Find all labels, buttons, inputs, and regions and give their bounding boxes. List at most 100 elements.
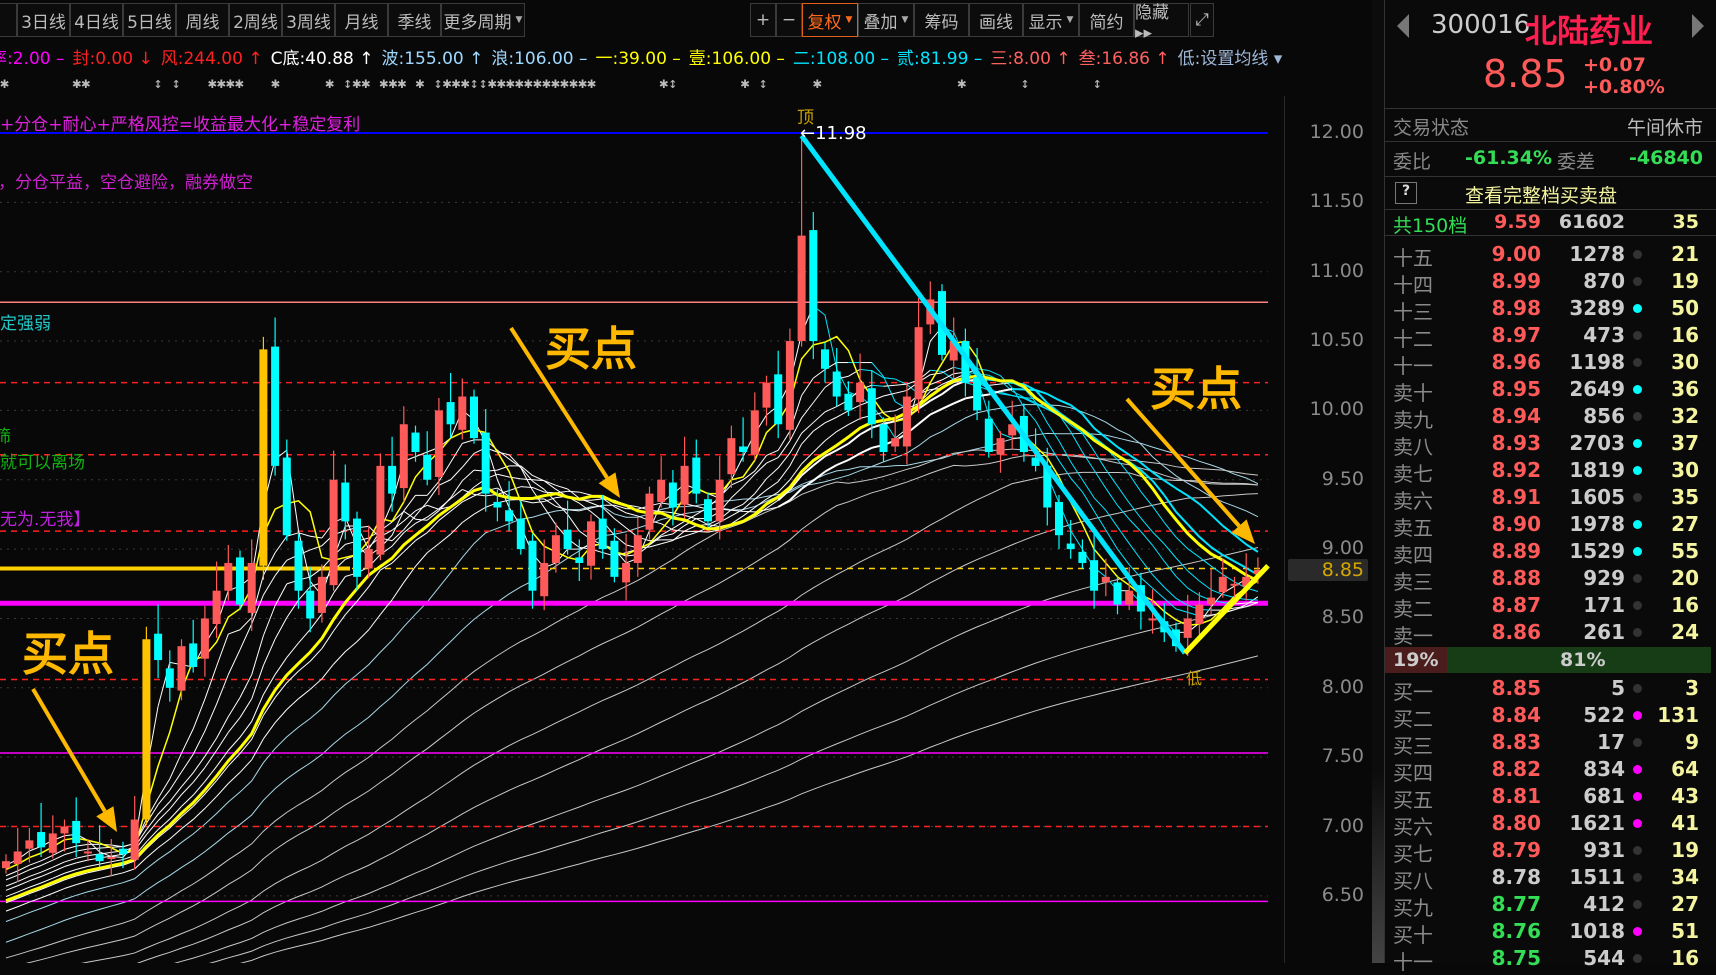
ma-segment xyxy=(263,639,275,665)
order-change-dot-icon xyxy=(1633,954,1642,963)
order-change-dot-icon xyxy=(1633,304,1642,313)
ma-segment xyxy=(158,779,170,798)
candle-body xyxy=(1078,552,1086,563)
chips-button[interactable]: 筹码 xyxy=(914,3,969,37)
ma-segment xyxy=(1129,474,1141,491)
indicator-value[interactable]: 低:设置均线 ▾ xyxy=(1178,44,1283,68)
ma-segment xyxy=(275,709,287,722)
chevron-down-icon: ▼ xyxy=(1067,15,1074,25)
ma-segment xyxy=(1118,527,1130,544)
chevron-down-icon: ▼ xyxy=(902,15,909,25)
level-price: 8.86 xyxy=(1492,620,1541,644)
ma-segment xyxy=(29,877,41,881)
candle-body xyxy=(330,480,338,585)
ma-segment xyxy=(392,582,404,599)
prev-stock-button[interactable] xyxy=(1397,14,1409,38)
period-tab-7[interactable]: 月线 xyxy=(335,3,388,37)
kline-chart[interactable]: 买点买点买点顶←11.98低+分仓+耐心+严格风控=收益最大化+稳定复利，分仓平… xyxy=(0,96,1284,963)
ma-segment xyxy=(685,532,697,536)
full-depth-link[interactable]: 查看完整档买卖盘 xyxy=(1465,181,1617,208)
candle-body xyxy=(400,424,408,488)
period-tab-3[interactable]: 5日线 xyxy=(123,3,176,37)
ma-segment xyxy=(170,829,182,839)
fuquan-button[interactable]: 复权▼ xyxy=(802,3,858,37)
level-volume: 1529 xyxy=(1569,539,1625,563)
simple-button[interactable]: 简约 xyxy=(1079,3,1134,37)
period-tab-5[interactable]: 2周线 xyxy=(229,3,282,37)
display-button[interactable]: 显示 ▼ xyxy=(1023,3,1079,37)
help-icon[interactable]: ? xyxy=(1395,182,1417,204)
candle-body xyxy=(25,840,33,848)
candle-body xyxy=(178,646,186,690)
order-change-dot-icon xyxy=(1633,331,1642,340)
zoom-in-button[interactable]: + xyxy=(750,3,776,37)
level-order-count: 19 xyxy=(1671,269,1699,293)
ma-segment xyxy=(416,553,428,567)
candle-body xyxy=(1207,598,1215,605)
ma-segment xyxy=(802,423,814,434)
period-tab-8[interactable]: 季线 xyxy=(388,3,441,37)
level-price: 8.95 xyxy=(1492,377,1541,401)
level-volume: 1605 xyxy=(1569,485,1625,509)
candle-body xyxy=(1184,618,1192,637)
next-stock-button[interactable] xyxy=(1692,14,1704,38)
overlay-button[interactable]: 叠加▼ xyxy=(858,3,914,37)
signal-marker-row: ✱ ✱✱ ↕ ↕ ✱✱✱✱ ✱ ✱ ↕✱✱ ✱✱✱ ✱ ↕✱✱✱↕↕✱✱✱✱✱✱… xyxy=(0,74,1270,94)
ma-segment xyxy=(228,718,240,733)
ma-segment xyxy=(1211,566,1223,574)
level-order-count: 51 xyxy=(1671,919,1699,943)
order-change-dot-icon xyxy=(1633,684,1642,693)
period-tab-4[interactable]: 周线 xyxy=(176,3,229,37)
candle-body xyxy=(821,349,829,368)
order-book-row: 卖四8.89152955 xyxy=(1385,538,1716,565)
ma-segment xyxy=(825,432,837,441)
candlestick xyxy=(1102,559,1110,596)
period-tab-9[interactable]: 更多周期▼ xyxy=(441,3,525,37)
ma-segment xyxy=(6,886,18,891)
candle-body xyxy=(259,349,267,565)
panel-splitter[interactable] xyxy=(1372,0,1384,963)
ma-segment xyxy=(357,630,369,642)
ma-segment xyxy=(767,458,779,464)
ma-segment xyxy=(614,519,626,528)
level-label: 买六 xyxy=(1393,811,1433,840)
candlestick xyxy=(201,606,209,677)
order-change-dot-icon xyxy=(1633,792,1642,801)
level-label: 买二 xyxy=(1393,703,1433,732)
ma-segment xyxy=(1141,518,1153,532)
sell-ratio-text: 19% xyxy=(1393,649,1438,671)
period-tab-6[interactable]: 3周线 xyxy=(282,3,335,37)
fullscreen-label: ⤢ xyxy=(1195,10,1209,30)
level-order-count: 41 xyxy=(1671,811,1699,835)
zoom-out-button[interactable]: − xyxy=(776,3,802,37)
level-price: 8.84 xyxy=(1492,703,1541,727)
ma-segment xyxy=(1106,438,1118,447)
ma-segment xyxy=(158,839,170,848)
candle-body xyxy=(1149,618,1157,620)
ma-segment xyxy=(345,642,357,652)
full-depth-row[interactable]: ? 查看完整档买卖盘 xyxy=(1385,176,1716,209)
candle-body xyxy=(201,618,209,658)
level-order-count: 27 xyxy=(1671,512,1699,536)
candle-body xyxy=(833,372,841,397)
candlestick xyxy=(306,567,314,632)
ma-segment xyxy=(813,369,825,378)
period-tab-0[interactable]: 线 xyxy=(0,3,17,37)
order-book-row: 十四8.9987019 xyxy=(1385,268,1716,295)
period-tab-2[interactable]: 4日线 xyxy=(70,3,123,37)
candle-body xyxy=(868,388,876,424)
ma-segment xyxy=(778,466,790,482)
fullscreen-button[interactable]: ⤢ xyxy=(1190,3,1214,37)
hide-button[interactable]: 隐藏 ▸▸ xyxy=(1134,3,1189,37)
order-book-row: 卖七8.92181930 xyxy=(1385,457,1716,484)
ma-segment xyxy=(193,699,205,729)
draw-button[interactable]: 画线 xyxy=(969,3,1023,37)
order-book-row: 卖六8.91160535 xyxy=(1385,484,1716,511)
level-label: 十二 xyxy=(1393,323,1433,352)
period-tab-1[interactable]: 3日线 xyxy=(17,3,70,37)
level-volume: 1978 xyxy=(1569,512,1625,536)
candle-body xyxy=(809,230,817,341)
ma-segment xyxy=(1188,496,1200,504)
display-label: 显示 xyxy=(1029,8,1063,33)
level-order-count: 3 xyxy=(1685,676,1699,700)
